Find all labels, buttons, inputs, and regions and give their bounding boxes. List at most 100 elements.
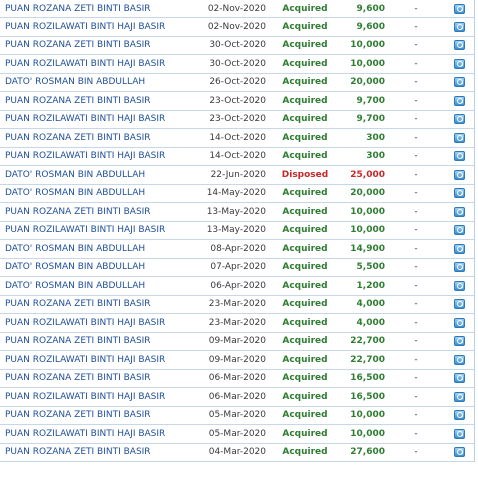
transaction-date: 02-Nov-2020	[207, 21, 266, 32]
details-cell	[444, 280, 474, 291]
details-cell	[444, 169, 474, 180]
magnifier-icon[interactable]	[453, 114, 465, 125]
magnifier-icon[interactable]	[453, 188, 465, 199]
transaction-amount: 1,200	[356, 280, 385, 291]
director-name-link[interactable]: PUAN ROZILAWATI BINTI HAJI BASIR	[0, 225, 190, 235]
magnifier-icon[interactable]	[453, 169, 465, 180]
magnifier-icon[interactable]	[453, 40, 465, 51]
director-name-link[interactable]: PUAN ROZANA ZETI BINTI BASIR	[0, 410, 190, 420]
magnifier-icon[interactable]	[453, 410, 465, 421]
director-name-link[interactable]: PUAN ROZANA ZETI BINTI BASIR	[0, 207, 190, 217]
details-cell	[444, 188, 474, 199]
price-placeholder: -	[414, 225, 418, 236]
director-name-link[interactable]: DATO' ROSMAN BIN ABDULLAH	[0, 77, 190, 87]
transaction-amount: 4,000	[356, 317, 385, 328]
director-name-link[interactable]: PUAN ROZILAWATI BINTI HAJI BASIR	[0, 355, 190, 365]
magnifier-icon[interactable]	[453, 206, 465, 217]
magnifier-icon[interactable]	[453, 447, 465, 458]
magnifier-icon[interactable]	[453, 428, 465, 439]
transaction-type: Acquired	[282, 21, 328, 32]
magnifier-icon[interactable]	[453, 243, 465, 254]
magnifier-icon[interactable]	[453, 132, 465, 143]
transaction-amount: 25,000	[350, 169, 385, 180]
table-row: DATO' ROSMAN BIN ABDULLAH 07-Apr-2020 Acqu…	[0, 259, 474, 277]
director-name-link[interactable]: PUAN ROZILAWATI BINTI HAJI BASIR	[0, 151, 190, 161]
transaction-type: Acquired	[282, 3, 328, 14]
magnifier-icon[interactable]	[453, 95, 465, 106]
transaction-date: 13-May-2020	[206, 206, 266, 217]
director-name-link[interactable]: PUAN ROZILAWATI BINTI HAJI BASIR	[0, 22, 190, 32]
director-name-link[interactable]: DATO' ROSMAN BIN ABDULLAH	[0, 281, 190, 291]
transaction-date: 30-Oct-2020	[209, 40, 266, 51]
transaction-date: 05-Mar-2020	[208, 428, 266, 439]
table-row: PUAN ROZANA ZETI BINTI BASIR 30-Oct-2020 A…	[0, 37, 474, 55]
table-row: PUAN ROZILAWATI BINTI HAJI BASIR 13-May-2…	[0, 222, 474, 240]
price-placeholder: -	[414, 169, 418, 180]
magnifier-icon[interactable]	[453, 299, 465, 310]
director-name-link[interactable]: PUAN ROZANA ZETI BINTI BASIR	[0, 373, 190, 383]
magnifier-icon[interactable]	[453, 317, 465, 328]
director-name-link[interactable]: PUAN ROZILAWATI BINTI HAJI BASIR	[0, 392, 190, 402]
transaction-type: Acquired	[282, 317, 328, 328]
transaction-type: Acquired	[282, 280, 328, 291]
transaction-amount: 4,000	[356, 299, 385, 310]
transaction-amount: 22,700	[350, 354, 385, 365]
transaction-amount: 10,000	[350, 40, 385, 51]
magnifier-icon[interactable]	[453, 280, 465, 291]
table-row: DATO' ROSMAN BIN ABDULLAH 26-Oct-2020 Acqu…	[0, 74, 474, 92]
table-row: PUAN ROZANA ZETI BINTI BASIR 23-Oct-2020 A…	[0, 92, 474, 111]
price-placeholder: -	[414, 206, 418, 217]
magnifier-icon[interactable]	[453, 225, 465, 236]
details-cell	[444, 58, 474, 69]
director-name-link[interactable]: PUAN ROZANA ZETI BINTI BASIR	[0, 96, 190, 106]
director-name-link[interactable]: PUAN ROZANA ZETI BINTI BASIR	[0, 40, 190, 50]
table-row: PUAN ROZANA ZETI BINTI BASIR 14-Oct-2020 A…	[0, 129, 474, 148]
magnifier-icon[interactable]	[453, 336, 465, 347]
transaction-date: 22-Jun-2020	[210, 169, 266, 180]
details-cell	[444, 243, 474, 254]
director-name-link[interactable]: PUAN ROZANA ZETI BINTI BASIR	[0, 447, 190, 457]
magnifier-icon[interactable]	[453, 373, 465, 384]
transaction-type: Acquired	[282, 132, 328, 143]
magnifier-icon[interactable]	[453, 391, 465, 402]
transaction-amount: 10,000	[350, 206, 385, 217]
details-cell	[444, 262, 474, 273]
table-row: PUAN ROZILAWATI BINTI HAJI BASIR 09-Mar-2…	[0, 351, 474, 370]
magnifier-icon[interactable]	[453, 21, 465, 32]
director-name-link[interactable]: PUAN ROZANA ZETI BINTI BASIR	[0, 133, 190, 143]
magnifier-icon[interactable]	[453, 58, 465, 69]
director-name-link[interactable]: PUAN ROZILAWATI BINTI HAJI BASIR	[0, 318, 190, 328]
director-name-link[interactable]: PUAN ROZANA ZETI BINTI BASIR	[0, 4, 190, 14]
magnifier-icon[interactable]	[453, 262, 465, 273]
director-name-link[interactable]: DATO' ROSMAN BIN ABDULLAH	[0, 262, 190, 272]
details-cell	[444, 225, 474, 236]
director-name-link[interactable]: DATO' ROSMAN BIN ABDULLAH	[0, 188, 190, 198]
director-name-link[interactable]: PUAN ROZILAWATI BINTI HAJI BASIR	[0, 59, 190, 69]
table-row: PUAN ROZILAWATI BINTI HAJI BASIR 23-Mar-2…	[0, 314, 474, 333]
magnifier-icon[interactable]	[453, 77, 465, 88]
transaction-date: 23-Oct-2020	[209, 114, 266, 125]
magnifier-icon[interactable]	[453, 354, 465, 365]
director-name-link[interactable]: PUAN ROZILAWATI BINTI HAJI BASIR	[0, 429, 190, 439]
magnifier-icon[interactable]	[453, 151, 465, 162]
transaction-type: Acquired	[282, 428, 328, 439]
director-name-link[interactable]: PUAN ROZANA ZETI BINTI BASIR	[0, 336, 190, 346]
transaction-amount: 14,900	[350, 243, 385, 254]
transaction-date: 04-Mar-2020	[208, 447, 266, 458]
table-row: PUAN ROZILAWATI BINTI HAJI BASIR 02-Nov-2…	[0, 18, 474, 37]
transaction-type: Disposed	[281, 169, 329, 180]
table-row: PUAN ROZILAWATI BINTI HAJI BASIR 14-Oct-2…	[0, 148, 474, 166]
transaction-date: 23-Mar-2020	[208, 317, 266, 328]
director-name-link[interactable]: DATO' ROSMAN BIN ABDULLAH	[0, 244, 190, 254]
transaction-date: 14-Oct-2020	[209, 151, 266, 162]
director-name-link[interactable]: DATO' ROSMAN BIN ABDULLAH	[0, 170, 190, 180]
table-row: DATO' ROSMAN BIN ABDULLAH 06-Apr-2020 Acqu…	[0, 277, 474, 296]
transaction-amount: 10,000	[350, 225, 385, 236]
table-row: PUAN ROZILAWATI BINTI HAJI BASIR 23-Oct-2…	[0, 111, 474, 129]
transaction-type: Acquired	[282, 336, 328, 347]
transaction-type: Acquired	[282, 225, 328, 236]
magnifier-icon[interactable]	[453, 3, 465, 14]
director-name-link[interactable]: PUAN ROZANA ZETI BINTI BASIR	[0, 299, 190, 309]
director-name-link[interactable]: PUAN ROZILAWATI BINTI HAJI BASIR	[0, 114, 190, 124]
transaction-type: Acquired	[282, 410, 328, 421]
